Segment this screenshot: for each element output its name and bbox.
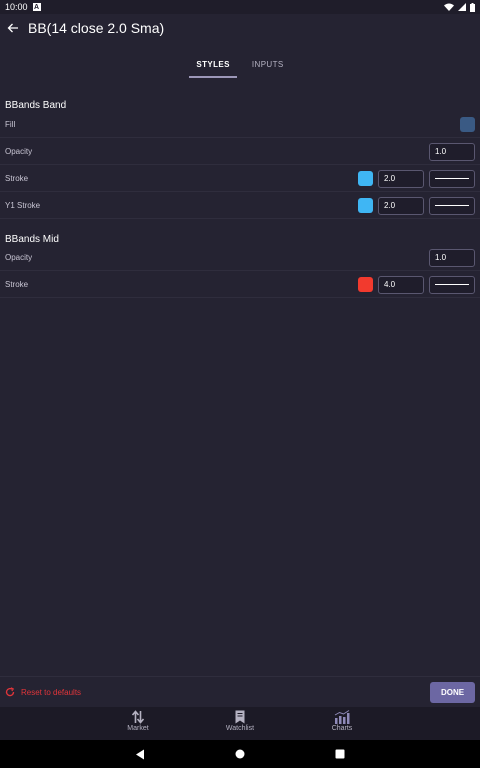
y1-stroke-line-style-picker[interactable] — [429, 196, 475, 215]
system-home-button[interactable] — [232, 746, 248, 762]
signal-icon — [458, 3, 466, 11]
square-recents-icon — [335, 749, 345, 759]
nav-label: Charts — [331, 725, 353, 732]
row-band-opacity: Opacity 1.0 — [0, 139, 480, 165]
row-label: Stroke — [5, 174, 29, 183]
bottom-nav: Market Watchlist Charts — [0, 707, 480, 740]
chart-bars-icon — [334, 710, 350, 724]
reset-to-defaults-button[interactable]: Reset to defaults — [5, 687, 81, 697]
mid-stroke-line-style-picker[interactable] — [429, 275, 475, 294]
arrow-left-icon — [7, 23, 18, 33]
status-bar: 10:00 A — [0, 0, 480, 14]
page-title: BB(14 close 2.0 Sma) — [28, 20, 165, 36]
solid-line-icon — [435, 205, 469, 206]
nav-item-charts[interactable]: Charts — [321, 707, 363, 740]
action-bar: Reset to defaults DONE — [0, 676, 480, 707]
band-opacity-input[interactable]: 1.0 — [429, 142, 475, 161]
system-back-button[interactable] — [132, 746, 148, 762]
circle-home-icon — [235, 749, 245, 759]
row-label: Fill — [5, 120, 16, 129]
mid-stroke-width-input[interactable]: 4.0 — [378, 275, 424, 294]
band-stroke-line-style-picker[interactable] — [429, 169, 475, 188]
solid-line-icon — [435, 178, 469, 179]
row-label: Opacity — [5, 147, 33, 156]
tab-inputs[interactable]: INPUTS — [245, 54, 291, 78]
fill-color-swatch[interactable] — [460, 117, 475, 132]
nav-label: Market — [127, 725, 149, 732]
mid-stroke-color-swatch[interactable] — [358, 277, 373, 292]
battery-icon — [470, 2, 475, 12]
done-button[interactable]: DONE — [430, 681, 475, 703]
mid-opacity-input[interactable]: 1.0 — [429, 248, 475, 267]
nav-label: Watchlist — [225, 725, 255, 732]
back-button[interactable] — [2, 17, 24, 39]
bookmark-icon — [235, 710, 245, 724]
app-bar: BB(14 close 2.0 Sma) — [0, 14, 480, 42]
system-recents-button[interactable] — [332, 746, 348, 762]
reset-label: Reset to defaults — [21, 687, 82, 697]
row-band-stroke: Stroke 2.0 — [0, 166, 480, 192]
y1-stroke-color-swatch[interactable] — [358, 198, 373, 213]
refresh-icon — [5, 687, 15, 697]
row-label: Y1 Stroke — [5, 201, 41, 210]
wifi-icon — [444, 3, 454, 11]
row-band-y1-stroke: Y1 Stroke 2.0 — [0, 193, 480, 219]
nav-item-market[interactable]: Market — [117, 707, 159, 740]
section-title-bbands-mid: BBands Mid — [5, 234, 59, 245]
band-stroke-width-input[interactable]: 2.0 — [378, 169, 424, 188]
triangle-back-icon — [136, 749, 144, 759]
system-nav-bar — [0, 740, 480, 768]
status-time: 10:00 — [5, 2, 28, 12]
row-label: Stroke — [5, 280, 29, 289]
y1-stroke-width-input[interactable]: 2.0 — [378, 196, 424, 215]
row-mid-stroke: Stroke 4.0 — [0, 272, 480, 298]
arrows-updown-icon — [131, 710, 145, 724]
tab-bar: STYLES INPUTS — [0, 54, 480, 78]
row-mid-opacity: Opacity 1.0 — [0, 245, 480, 271]
solid-line-icon — [435, 284, 469, 285]
tab-styles[interactable]: STYLES — [189, 54, 237, 78]
notification-icon: A — [32, 3, 41, 11]
section-title-bbands-band: BBands Band — [5, 100, 67, 111]
nav-item-watchlist[interactable]: Watchlist — [219, 707, 261, 740]
band-stroke-color-swatch[interactable] — [358, 171, 373, 186]
row-label: Opacity — [5, 253, 33, 262]
row-band-fill: Fill — [0, 112, 480, 138]
